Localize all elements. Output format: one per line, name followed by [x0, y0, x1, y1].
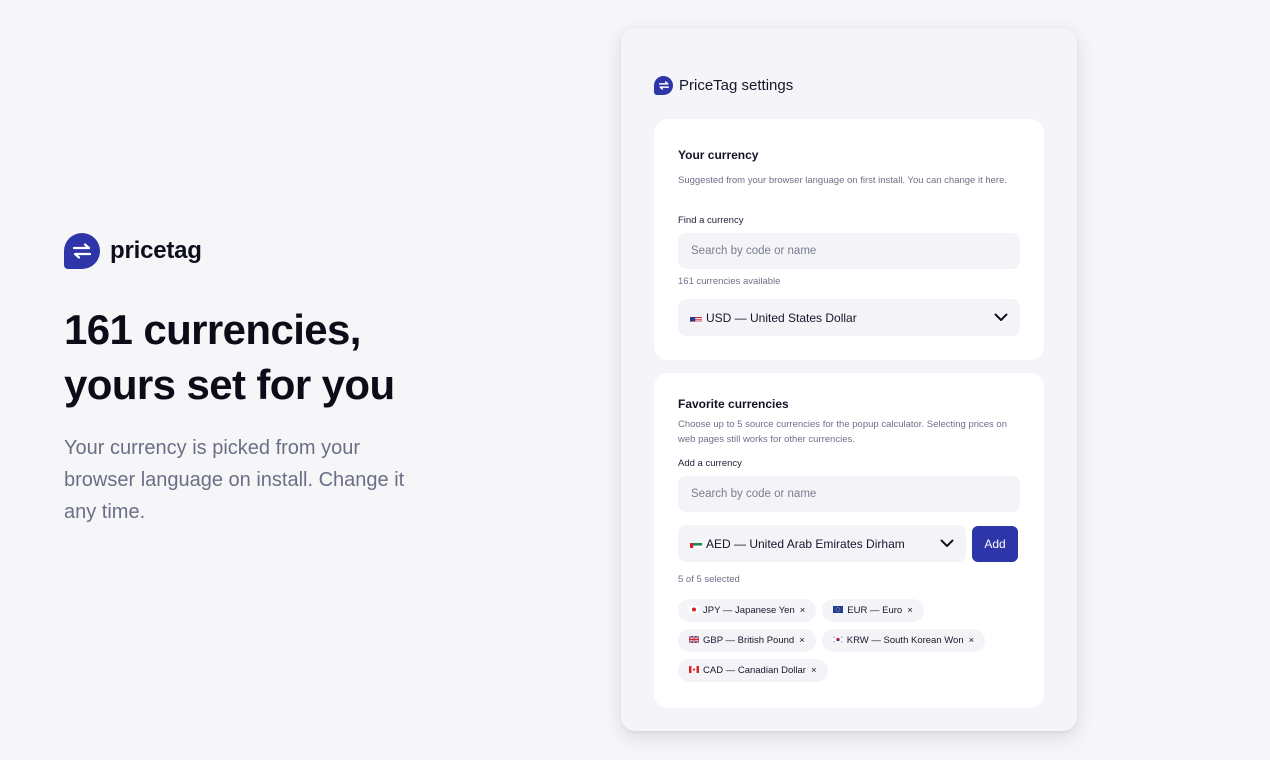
- ca-flag-icon: [689, 665, 699, 676]
- gb-flag-icon: [688, 635, 700, 646]
- us-flag-icon: [690, 314, 702, 322]
- chip-label: GBP — British Pound: [703, 635, 795, 646]
- jp-flag-icon: [689, 605, 699, 616]
- eu-flag-icon: [833, 605, 844, 616]
- currencies-available-text: 161 currencies available: [678, 276, 781, 287]
- swap-arrows-icon: [64, 233, 100, 269]
- your-currency-description: Suggested from your browser language on …: [678, 175, 1008, 186]
- remove-chip-icon[interactable]: ×: [800, 605, 806, 616]
- add-currency-search-input[interactable]: [678, 476, 1020, 512]
- remove-chip-icon[interactable]: ×: [799, 635, 805, 646]
- remove-chip-icon[interactable]: ×: [811, 665, 817, 676]
- favorite-chips: JPY — Japanese Yen × EUR — Euro × GBP — …: [678, 599, 1023, 689]
- favorite-currencies-description: Choose up to 5 source currencies for the…: [678, 419, 1007, 445]
- hero-subtitle: Your currency is picked from your browse…: [64, 437, 405, 523]
- brand: pricetag: [64, 232, 444, 270]
- settings-window: PriceTag settings Your currency Suggeste…: [621, 28, 1077, 731]
- favorite-chip-gbp[interactable]: GBP — British Pound ×: [678, 629, 816, 652]
- your-currency-selected-value: USD — United States Dollar: [706, 310, 857, 325]
- brand-name: pricetag: [110, 237, 202, 264]
- chevron-down-icon: [940, 537, 954, 551]
- chevron-down-icon: [994, 311, 1008, 325]
- headline-line-2: yours set for you: [64, 361, 395, 408]
- chip-label: CAD — Canadian Dollar: [703, 665, 806, 676]
- kr-flag-icon: [832, 635, 843, 646]
- app-logo-icon: [654, 76, 673, 95]
- headline: 161 currencies, yours set for you: [64, 302, 444, 412]
- chip-label: EUR — Euro: [847, 605, 903, 616]
- uae-flag-icon: [690, 540, 702, 548]
- chip-row: GBP — British Pound × KRW — South Korean…: [678, 629, 1023, 652]
- your-currency-select[interactable]: USD — United States Dollar: [678, 299, 1020, 336]
- chip-row: JPY — Japanese Yen × EUR — Euro ×: [678, 599, 1023, 622]
- add-currency-selected-value: AED — United Arab Emirates Dirham: [706, 536, 905, 551]
- chip-label: JPY — Japanese Yen: [703, 605, 795, 616]
- selected-count-text: 5 of 5 selected: [678, 574, 740, 585]
- find-currency-search-input[interactable]: [678, 233, 1020, 269]
- favorite-currencies-title: Favorite currencies: [678, 397, 789, 411]
- headline-line-1: 161 currencies,: [64, 306, 361, 353]
- find-currency-label: Find a currency: [678, 215, 744, 226]
- favorite-chip-krw[interactable]: KRW — South Korean Won ×: [821, 629, 986, 652]
- chip-row: CAD — Canadian Dollar ×: [678, 659, 1023, 682]
- hero-section: pricetag 161 currencies, yours set for y…: [64, 232, 444, 528]
- add-currency-label: Add a currency: [678, 458, 742, 469]
- add-currency-select[interactable]: AED — United Arab Emirates Dirham: [678, 525, 966, 562]
- window-title-text: PriceTag settings: [679, 77, 794, 94]
- favorite-currencies-card: Favorite currencies Choose up to 5 sourc…: [654, 373, 1044, 708]
- remove-chip-icon[interactable]: ×: [907, 605, 913, 616]
- window-title: PriceTag settings: [654, 76, 793, 95]
- your-currency-title: Your currency: [678, 148, 759, 162]
- favorite-chip-eur[interactable]: EUR — Euro ×: [822, 599, 924, 622]
- add-currency-button[interactable]: Add: [972, 526, 1018, 562]
- favorite-chip-cad[interactable]: CAD — Canadian Dollar ×: [678, 659, 828, 682]
- favorite-chip-jpy[interactable]: JPY — Japanese Yen ×: [678, 599, 817, 622]
- remove-chip-icon[interactable]: ×: [969, 635, 975, 646]
- chip-label: KRW — South Korean Won: [846, 635, 964, 646]
- your-currency-card: Your currency Suggested from your browse…: [654, 119, 1044, 360]
